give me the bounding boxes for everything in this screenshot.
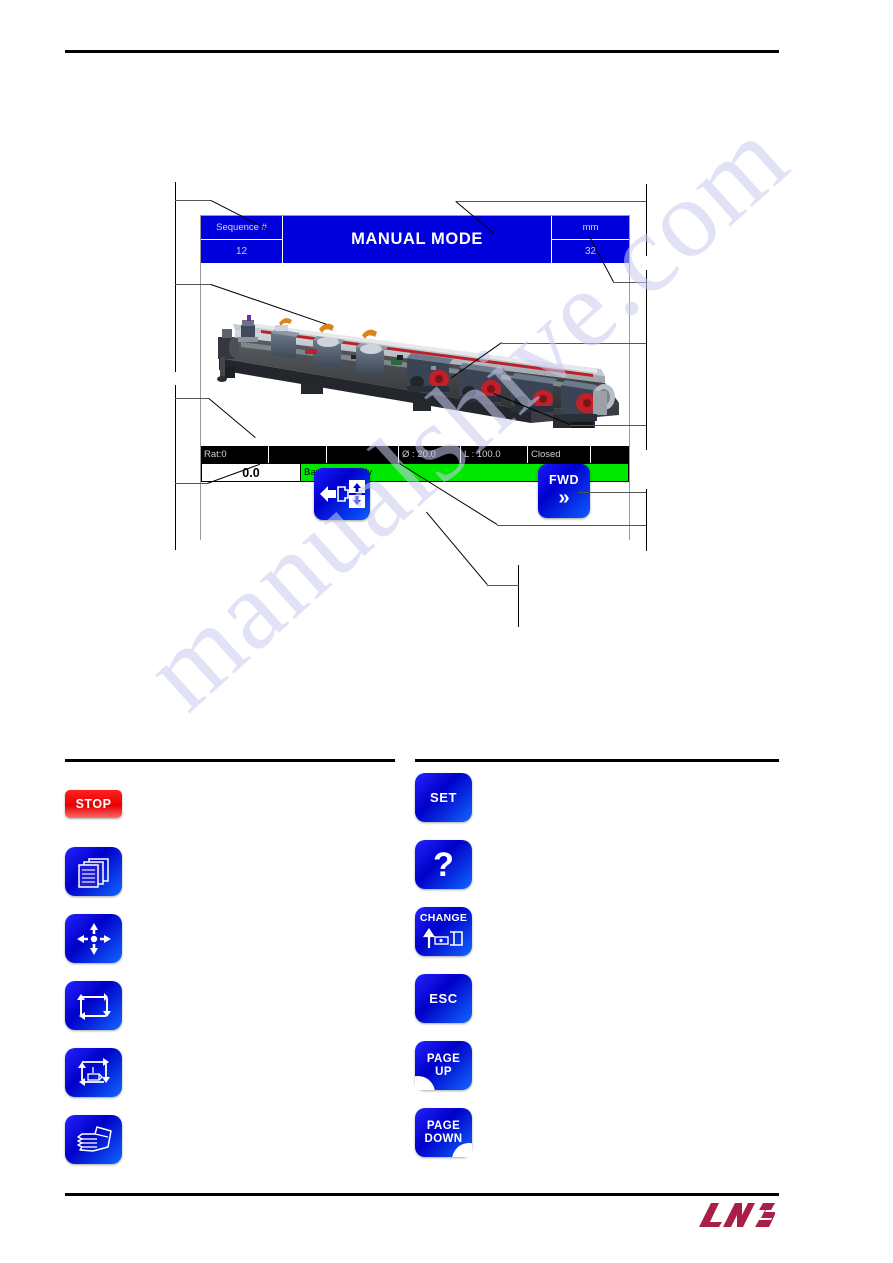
hmi-info-bar: Rat:0 Ø : 20.0 L : 100.0 Closed: [201, 446, 629, 463]
retract-button[interactable]: [314, 468, 370, 520]
page-up-line-1: PAGE: [426, 1053, 461, 1066]
manual-hand-key[interactable]: [65, 1115, 122, 1164]
page-down-key[interactable]: PAGE DOWN: [415, 1108, 472, 1157]
four-arrows-center-icon: [76, 922, 111, 955]
hmi-screen: Sequence # 12 MANUAL MODE mm 32 Rat:0 Ø …: [200, 215, 630, 540]
change-key-label: CHANGE: [419, 912, 468, 925]
callout-leader-bottom: [487, 585, 519, 587]
callout-guide-left-1: [175, 182, 177, 372]
callout-leader-right-2: [613, 282, 646, 284]
bar-change-icon: [422, 927, 463, 948]
hmi-softkey-row: FWD »: [201, 464, 629, 540]
esc-key[interactable]: ESC: [415, 974, 472, 1023]
callout-guide-bottom: [518, 565, 520, 627]
callout-guide-right-2: [646, 270, 648, 338]
callout-leader-left-4: [175, 483, 207, 485]
callout-leader-left-3: [175, 398, 209, 400]
set-key-label: SET: [429, 790, 458, 805]
callout-leader-right-4: [570, 425, 646, 427]
unit-value: 32: [584, 246, 597, 257]
pages-key[interactable]: [65, 847, 122, 896]
lns-logo: ®: [699, 1203, 775, 1227]
callout-guide-right-3: [646, 335, 648, 450]
fwd-button-label: FWD: [549, 473, 579, 488]
svg-text:®: ®: [769, 1203, 773, 1210]
callout-guide-left-2: [175, 385, 177, 550]
page-up-key[interactable]: PAGE UP: [415, 1041, 472, 1090]
info-field-2: [269, 446, 327, 463]
help-key[interactable]: ?: [415, 840, 472, 889]
info-field-7: [591, 446, 629, 463]
esc-key-label: ESC: [429, 991, 458, 1006]
callout-leader-right-3: [502, 343, 646, 345]
centering-key[interactable]: [65, 914, 122, 963]
callout-guide-right-1: [646, 184, 648, 256]
page-down-icon: [450, 1139, 472, 1157]
stop-key[interactable]: STOP: [65, 790, 122, 818]
question-mark-icon: ?: [433, 845, 454, 884]
mode-title: MANUAL MODE: [283, 216, 552, 263]
loop-key[interactable]: [65, 981, 122, 1030]
fwd-button[interactable]: FWD »: [538, 464, 590, 518]
info-field-3: [327, 446, 399, 463]
sequence-value: 12: [235, 246, 248, 257]
footer-rule: [65, 1193, 779, 1196]
callout-leader-left-1: [175, 200, 211, 202]
legend-rule-left: [65, 759, 395, 762]
sequence-label: Sequence #: [201, 216, 282, 240]
double-chevron-right-icon: »: [558, 486, 570, 509]
set-key[interactable]: SET: [415, 773, 472, 822]
callout-leader-left-2: [175, 284, 211, 286]
legend-rule-right: [415, 759, 779, 762]
info-ratio: Rat:0: [201, 446, 269, 463]
sequence-panel: Sequence # 12: [201, 216, 283, 263]
hand-icon: [76, 1125, 112, 1152]
stacked-pages-icon: [77, 857, 109, 888]
info-length: L : 100.0: [461, 446, 528, 463]
header-rule: [65, 50, 779, 53]
retract-bar-icon: [320, 480, 365, 508]
stop-key-label: STOP: [75, 797, 112, 811]
machine-graphic-area: [201, 263, 629, 446]
info-cover-state: Closed: [528, 446, 591, 463]
page-up-icon: [415, 1072, 437, 1090]
info-diameter: Ø : 20.0: [399, 446, 461, 463]
callout-guide-right-4: [646, 489, 648, 551]
hmi-header: Sequence # 12 MANUAL MODE mm 32: [201, 216, 629, 263]
barfeeder-machine-illustration: [217, 315, 619, 428]
callout-leader-right-5: [578, 492, 646, 494]
callout-leader-right-1: [456, 201, 646, 203]
rectangular-cycle-arrows-icon: [76, 992, 111, 1020]
page-up-line-2: UP: [435, 1065, 452, 1078]
change-key[interactable]: CHANGE: [415, 907, 472, 956]
callout-leader-status: [497, 525, 646, 527]
cycle-arrows-with-part-icon: [77, 1058, 110, 1086]
dimension-key[interactable]: [65, 1048, 122, 1097]
page-down-line-1: PAGE: [426, 1120, 461, 1133]
